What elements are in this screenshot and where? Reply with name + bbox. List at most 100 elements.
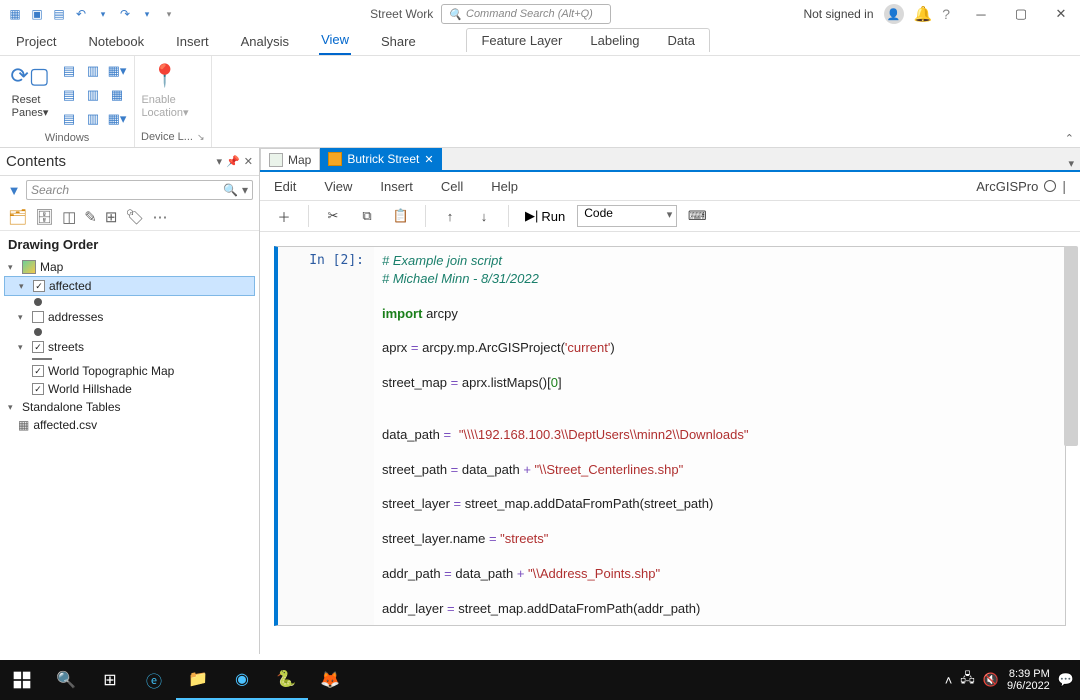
avatar-icon[interactable]: 👤	[884, 4, 904, 24]
filter-icon[interactable]: ▼	[6, 183, 22, 198]
cell-type-select[interactable]: Code	[577, 205, 677, 227]
undo-dropdown-icon[interactable]: ▾	[94, 5, 112, 23]
pane-close-icon[interactable]: ✕	[244, 155, 253, 168]
run-button[interactable]: ▶|Run	[519, 208, 571, 224]
command-search[interactable]: 🔍 Command Search (Alt+Q)	[441, 4, 611, 24]
list-by-editing-icon[interactable]: ✎	[84, 208, 97, 226]
ie-button[interactable]: ⓔ	[132, 660, 176, 700]
nb-menu-cell[interactable]: Cell	[441, 179, 463, 194]
reset-panes-button[interactable]: ⟳▢ ResetPanes▾	[6, 60, 54, 130]
notebook-scrollbar[interactable]	[1064, 246, 1078, 446]
task-view-button[interactable]: ⊞	[88, 660, 132, 700]
collapse-ribbon-button[interactable]: ⌃	[1065, 132, 1074, 145]
save-project-icon[interactable]: ▤	[50, 5, 68, 23]
doc-tab-notebook[interactable]: Butrick Street✕	[320, 148, 441, 170]
volume-icon[interactable]: 🔇	[983, 672, 999, 688]
layer-streets[interactable]: ▾✓streets	[4, 338, 255, 356]
keyboard-icon[interactable]: ⌨	[683, 204, 711, 228]
arcgis-button[interactable]: ◉	[220, 660, 264, 700]
checkbox-addresses[interactable]	[32, 311, 44, 323]
nb-menu-view[interactable]: View	[324, 179, 352, 194]
close-button[interactable]: ✕	[1048, 4, 1074, 24]
kernel-menu-icon[interactable]: |	[1062, 178, 1066, 194]
cut-cell-button[interactable]: ✂	[319, 204, 347, 228]
pane-btn-8[interactable]: ▥	[82, 108, 104, 130]
add-cell-button[interactable]: ＋	[270, 204, 298, 228]
network-icon[interactable]: 🖧	[960, 669, 975, 691]
start-button[interactable]	[0, 660, 44, 700]
pane-btn-4[interactable]: ▤	[58, 84, 80, 106]
move-up-button[interactable]: ↑	[436, 204, 464, 228]
table-affected-csv[interactable]: ▦affected.csv	[4, 416, 255, 434]
pane-btn-2[interactable]: ▥	[82, 60, 104, 82]
layer-wtm[interactable]: ▾✓World Topographic Map	[4, 362, 255, 380]
notebook-body[interactable]: In [2]: # Example join script # Michael …	[260, 232, 1080, 654]
move-down-button[interactable]: ↓	[470, 204, 498, 228]
list-by-selection-icon[interactable]: ◫	[62, 208, 76, 226]
help-icon[interactable]: ?	[942, 6, 950, 22]
cell-code[interactable]: # Example join script # Michael Minn - 8…	[374, 247, 1065, 625]
layer-addresses[interactable]: ▾addresses	[4, 308, 255, 326]
ctab-feature-layer[interactable]: Feature Layer	[467, 29, 576, 52]
python-button[interactable]: 🐍	[264, 660, 308, 700]
clock[interactable]: 8:39 PM 9/6/2022	[1007, 668, 1050, 692]
ctab-labeling[interactable]: Labeling	[576, 29, 653, 52]
pane-btn-9[interactable]: ▦▾	[106, 108, 128, 130]
pane-btn-5[interactable]: ▥	[82, 84, 104, 106]
open-project-icon[interactable]: ▣	[28, 5, 46, 23]
ctab-data[interactable]: Data	[654, 29, 709, 52]
copy-cell-button[interactable]: ⧉	[353, 204, 381, 228]
sym-affected[interactable]	[4, 296, 255, 308]
sym-addresses[interactable]	[4, 326, 255, 338]
nb-menu-insert[interactable]: Insert	[380, 179, 413, 194]
tab-share[interactable]: Share	[379, 30, 418, 55]
minimize-button[interactable]: ─	[968, 4, 994, 24]
nb-menu-help[interactable]: Help	[491, 179, 518, 194]
kernel-status-icon[interactable]	[1044, 180, 1056, 192]
paste-cell-button[interactable]: 📋	[387, 204, 415, 228]
doc-tabs-menu-icon[interactable]: ▾	[1062, 157, 1080, 170]
tab-project[interactable]: Project	[14, 30, 58, 55]
tab-close-icon[interactable]: ✕	[424, 153, 433, 166]
search-menu-icon[interactable]: ▾	[242, 183, 248, 197]
list-by-labeling-icon[interactable]: 🏷	[125, 208, 144, 226]
list-by-source-icon[interactable]: 🗄	[35, 208, 54, 226]
pane-btn-1[interactable]: ▤	[58, 60, 80, 82]
signin-label[interactable]: Not signed in	[803, 7, 873, 21]
contents-search[interactable]: Search 🔍 ▾	[26, 180, 253, 200]
tree-map-node[interactable]: ▾Map	[4, 258, 255, 276]
action-center-icon[interactable]: 💬	[1058, 672, 1074, 688]
nb-menu-edit[interactable]: Edit	[274, 179, 296, 194]
checkbox-whs[interactable]: ✓	[32, 383, 44, 395]
tab-view[interactable]: View	[319, 28, 351, 55]
layer-affected[interactable]: ▾✓affected	[4, 276, 255, 296]
tray-overflow-icon[interactable]: ˄	[945, 673, 953, 688]
redo-icon[interactable]: ↷	[116, 5, 134, 23]
standalone-tables-node[interactable]: ▾Standalone Tables	[4, 398, 255, 416]
checkbox-streets[interactable]: ✓	[32, 341, 44, 353]
firefox-button[interactable]: 🦊	[308, 660, 352, 700]
checkbox-wtm[interactable]: ✓	[32, 365, 44, 377]
pane-btn-3[interactable]: ▦▾	[106, 60, 128, 82]
undo-icon[interactable]: ↶	[72, 5, 90, 23]
explorer-button[interactable]: 📁	[176, 660, 220, 700]
redo-dropdown-icon[interactable]: ▾	[138, 5, 156, 23]
doc-tab-map[interactable]: Map	[260, 148, 320, 170]
tab-analysis[interactable]: Analysis	[239, 30, 291, 55]
layer-whs[interactable]: ▾✓World Hillshade	[4, 380, 255, 398]
qat-customize-icon[interactable]: ▾	[160, 5, 178, 23]
pane-btn-7[interactable]: ▤	[58, 108, 80, 130]
list-more-icon[interactable]: ⋯	[152, 208, 167, 226]
list-by-drawing-icon[interactable]: 🗂	[8, 208, 27, 226]
pane-btn-6[interactable]: ▦	[106, 84, 128, 106]
code-cell[interactable]: In [2]: # Example join script # Michael …	[274, 246, 1066, 626]
list-by-snapping-icon[interactable]: ⊞	[105, 208, 118, 226]
notifications-icon[interactable]: 🔔	[914, 5, 933, 23]
pane-pin-icon[interactable]: 📌	[226, 155, 240, 168]
search-button[interactable]: 🔍	[44, 660, 88, 700]
checkbox-affected[interactable]: ✓	[33, 280, 45, 292]
tab-notebook[interactable]: Notebook	[86, 30, 146, 55]
maximize-button[interactable]: ▢	[1008, 4, 1034, 24]
new-project-icon[interactable]: ▦	[6, 5, 24, 23]
tab-insert[interactable]: Insert	[174, 30, 211, 55]
